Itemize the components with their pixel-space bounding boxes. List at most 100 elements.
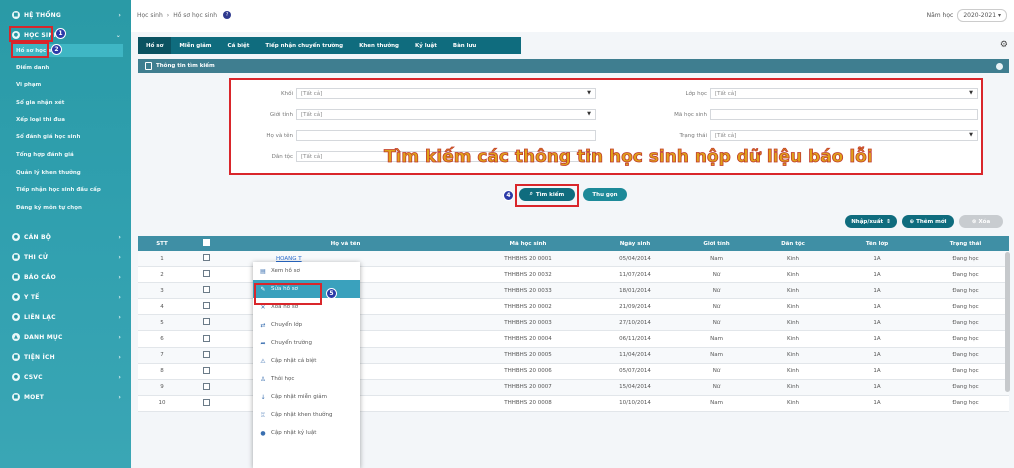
- row-checkbox[interactable]: [202, 366, 210, 374]
- sidebar-item-vi-pham[interactable]: Vi phạm: [13, 78, 123, 91]
- collapse-toggle-icon[interactable]: [996, 62, 1003, 70]
- row-checkbox[interactable]: [202, 398, 210, 406]
- cell-trang-thai: Đang học: [952, 336, 979, 343]
- cell-ma-hoc-sinh: THHBHS 20 0008: [504, 400, 552, 407]
- collapse-button[interactable]: Thu gọn: [583, 188, 627, 201]
- lop-hoc-value: [Tất cả]: [715, 90, 737, 97]
- cell-stt: 7: [160, 352, 164, 359]
- menu-item-label: Xem hồ sơ: [271, 268, 300, 274]
- row-checkbox[interactable]: [202, 286, 210, 294]
- add-new-button[interactable]: ⊕ Thêm mới: [902, 215, 954, 228]
- import-export-button[interactable]: Nhập/xuất ⇕: [845, 215, 897, 228]
- khoi-label: Khối: [281, 91, 293, 97]
- cell-select: [186, 350, 226, 360]
- tab-ky-luat[interactable]: Kỷ luật: [407, 37, 445, 54]
- cell-trang-thai: Đang học: [952, 368, 979, 375]
- row-checkbox[interactable]: [202, 318, 210, 326]
- select-all-checkbox[interactable]: [202, 239, 210, 246]
- tab-ban-luu[interactable]: Bàn lưu: [445, 37, 484, 54]
- school-year-dropdown[interactable]: 2020-2021 ▾: [957, 9, 1007, 22]
- sidebar-item-diem-danh[interactable]: Điểm danh: [13, 61, 123, 74]
- menu-item-award[interactable]: ♖ Cập nhật khen thưởng: [253, 406, 360, 424]
- ho-ten-input[interactable]: [296, 130, 596, 141]
- ma-hoc-sinh-input[interactable]: [710, 109, 978, 120]
- sidebar-section-tien-ich[interactable]: ■ TIỆN ÍCH ›: [0, 350, 131, 364]
- tab-tiep-nhan-chuyen-truong[interactable]: Tiếp nhận chuyển trường: [257, 37, 351, 54]
- step-badge: 4: [503, 190, 514, 201]
- document-icon: [145, 62, 152, 70]
- cell-gioi-tinh: Nữ: [712, 287, 721, 294]
- breadcrumb-item-hoc-sinh[interactable]: Học sinh: [137, 12, 163, 19]
- sidebar-section-danh-muc[interactable]: ▲ DANH MỤC ›: [0, 330, 131, 344]
- award-icon: ♖: [260, 411, 266, 419]
- trang-thai-select[interactable]: [Tất cả] ▼: [710, 130, 978, 141]
- cell-gioi-tinh: Nam: [710, 400, 723, 407]
- sidebar-item-tiep-nhan-hoc-sinh[interactable]: Tiếp nhận học sinh đầu cấp: [13, 183, 123, 196]
- lop-hoc-select[interactable]: [Tất cả] ▼: [710, 88, 978, 99]
- cell-select: [186, 382, 226, 392]
- menu-item-transfer[interactable]: ➦ Chuyển trường: [253, 334, 360, 352]
- cell-gioi-tinh: Nữ: [712, 303, 721, 310]
- discipline-icon: ●: [260, 429, 266, 437]
- menu-item-move-class[interactable]: ⇄ Chuyển lớp: [253, 316, 360, 334]
- cell-ten-lop: 1A: [873, 287, 881, 294]
- sidebar-section-thi-cu[interactable]: ■ THI CỬ ›: [0, 250, 131, 264]
- sidebar-section-he-thong[interactable]: ■ HỆ THỐNG ›: [0, 8, 131, 22]
- highlight-box: [9, 26, 53, 42]
- cell-gioi-tinh: Nam: [710, 336, 723, 343]
- tab-ca-biet[interactable]: Cá biệt: [220, 37, 258, 54]
- row-checkbox[interactable]: [202, 382, 210, 390]
- tab-khen-thuong[interactable]: Khen thưởng: [351, 37, 407, 54]
- menu-item-discipline[interactable]: ● Cập nhật kỷ luật: [253, 424, 360, 442]
- delete-button[interactable]: ⊗ Xóa: [959, 215, 1003, 228]
- tab-ho-so[interactable]: Hồ sơ: [138, 37, 172, 54]
- row-checkbox[interactable]: [202, 350, 210, 358]
- menu-item-view[interactable]: ▤ Xem hồ sơ: [253, 262, 360, 280]
- search-button[interactable]: ⌕ Tìm kiếm: [519, 188, 575, 201]
- student-name-link[interactable]: HOÀNG T: [276, 256, 302, 262]
- cell-dan-toc: Kinh: [786, 352, 800, 359]
- sidebar-item-dang-ky-mon[interactable]: Đăng ký môn tự chọn: [13, 201, 123, 214]
- menu-item-label: Chuyển trường: [271, 340, 312, 346]
- menu-item-leave[interactable]: ♙ Thôi học: [253, 370, 360, 388]
- gioi-tinh-select[interactable]: [Tất cả] ▼: [296, 109, 596, 120]
- row-checkbox[interactable]: [202, 254, 210, 262]
- sidebar-item-so-danh-gia[interactable]: Sổ đánh giá học sinh: [13, 130, 123, 143]
- cell-ngay-sinh: 05/07/2014: [619, 368, 651, 375]
- sidebar-section-y-te[interactable]: ● Y TẾ ›: [0, 290, 131, 304]
- school-year-label: Năm học: [926, 12, 954, 19]
- cell-ma-hoc-sinh: THHBHS 20 0002: [504, 303, 552, 310]
- cell-dan-toc: Kinh: [786, 303, 800, 310]
- sidebar-item-xep-loai-thi-dua[interactable]: Xếp loại thi đua: [13, 113, 123, 126]
- table-scrollbar[interactable]: [1005, 252, 1010, 392]
- khoi-select[interactable]: [Tất cả] ▼: [296, 88, 596, 99]
- sidebar-item-quan-ly-khen-thuong[interactable]: Quản lý khen thưởng: [13, 166, 123, 179]
- cell-ngay-sinh: 15/04/2014: [619, 384, 651, 391]
- tab-mien-giam[interactable]: Miễn giảm: [171, 37, 219, 54]
- report-icon: ■: [12, 273, 20, 281]
- cell-ma-hoc-sinh: THHBHS 20 0003: [504, 319, 552, 326]
- breadcrumb-item-ho-so[interactable]: Hồ sơ học sinh: [173, 12, 217, 19]
- chevron-right-icon: ›: [118, 11, 121, 19]
- cell-stt: 4: [160, 303, 164, 310]
- sidebar-section-can-bo[interactable]: ● CÁN BỘ ›: [0, 230, 131, 244]
- row-checkbox[interactable]: [202, 270, 210, 278]
- sidebar-section-moet[interactable]: ■ MOET ›: [0, 390, 131, 404]
- help-icon[interactable]: ?: [223, 11, 232, 19]
- sidebar-section-label: THI CỬ: [24, 253, 49, 261]
- school-year-value: 2020-2021: [963, 12, 997, 19]
- menu-item-down-arrow[interactable]: ↓ Cập nhật miễn giảm: [253, 388, 360, 406]
- chevron-updown-icon: ⇕: [886, 218, 891, 225]
- cell-trang-thai: Đang học: [952, 303, 979, 310]
- gear-icon[interactable]: ⚙: [1000, 40, 1008, 50]
- sidebar-section-label: LIÊN LẠC: [24, 313, 56, 321]
- sidebar-item-so-gia-nhan-xet[interactable]: Sổ gia nhận xét: [13, 96, 123, 109]
- row-checkbox[interactable]: [202, 302, 210, 310]
- sidebar-section-lien-lac[interactable]: ● LIÊN LẠC ›: [0, 310, 131, 324]
- menu-item-warning[interactable]: ⚠ Cập nhật cá biệt: [253, 352, 360, 370]
- row-checkbox[interactable]: [202, 334, 210, 342]
- cell-ngay-sinh: 11/07/2014: [619, 271, 651, 278]
- sidebar-section-csvc[interactable]: ● CSVC ›: [0, 370, 131, 384]
- sidebar-section-bao-cao[interactable]: ■ BÁO CÁO ›: [0, 270, 131, 284]
- sidebar-item-tong-hop-danh-gia[interactable]: Tổng hợp đánh giá: [13, 148, 123, 161]
